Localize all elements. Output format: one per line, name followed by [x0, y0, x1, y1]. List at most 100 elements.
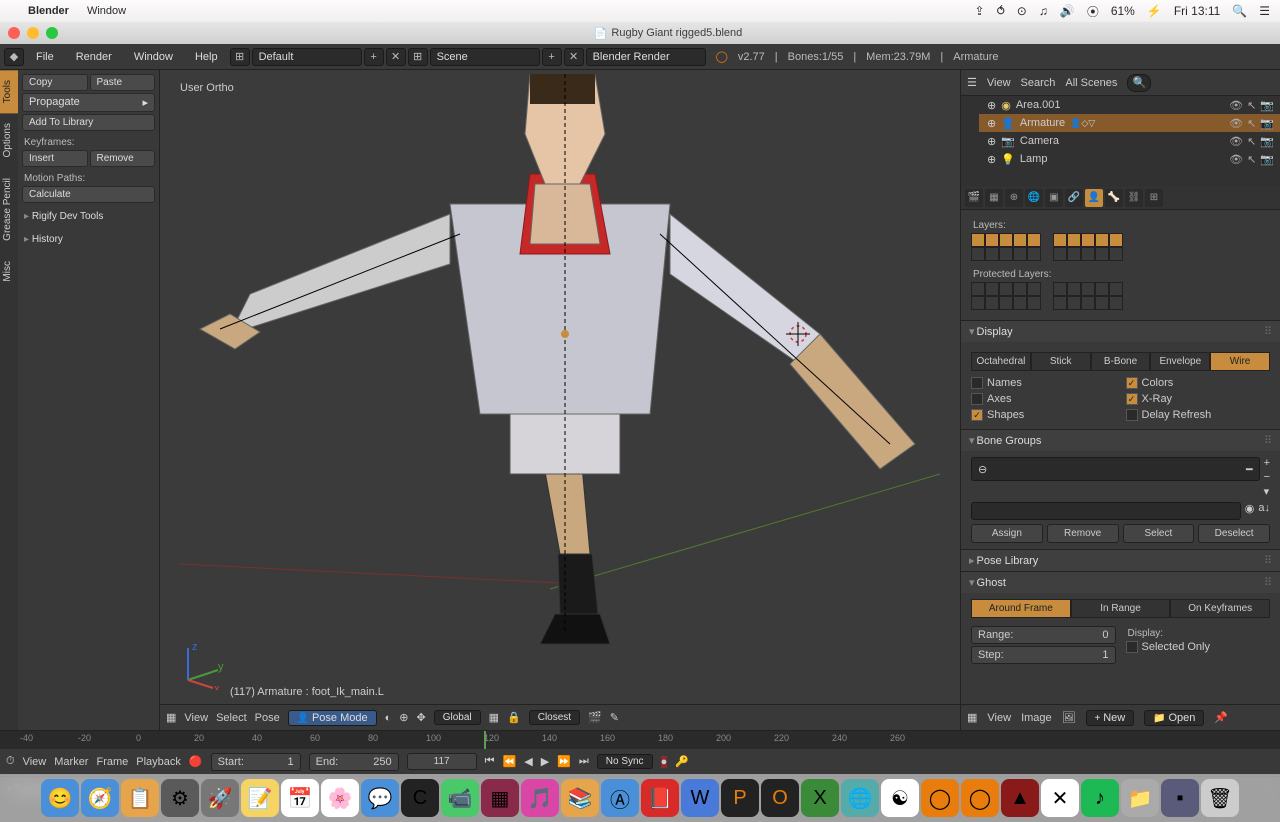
start-frame[interactable]: Start:1 [211, 753, 301, 771]
notifications-icon[interactable]: ☰ [1259, 4, 1270, 18]
app-name[interactable]: Blender [28, 5, 69, 17]
p-icon[interactable]: P [721, 779, 759, 817]
tab-layers[interactable]: ▦ [985, 189, 1003, 207]
notes-icon[interactable]: 📝 [241, 779, 279, 817]
tl-view[interactable]: View [23, 756, 47, 768]
word-icon[interactable]: W [681, 779, 719, 817]
render-icon[interactable]: 🎬 [588, 711, 602, 724]
menu-render[interactable]: Render [66, 51, 122, 63]
scene-browse-icon[interactable]: ⊞ [408, 48, 428, 66]
mode-dropdown[interactable]: 👤 Pose Mode [288, 710, 377, 726]
outliner-type-icon[interactable]: ☰ [967, 76, 977, 89]
current-frame[interactable]: 117 [407, 753, 477, 770]
layout-dropdown[interactable]: Default [252, 48, 362, 66]
assign-button[interactable]: Assign [971, 524, 1043, 543]
blender-icon[interactable]: ◆ [4, 48, 24, 66]
sync-dropdown[interactable]: No Sync [597, 754, 653, 769]
keying-icon[interactable]: 🔑 [675, 755, 689, 768]
insert-keyframe-button[interactable]: Insert [22, 150, 88, 167]
x-icon[interactable]: X [801, 779, 839, 817]
lock-icon[interactable]: 🔒 [507, 711, 521, 724]
snap-dropdown[interactable]: Closest [529, 710, 580, 725]
scene-del[interactable]: ✕ [564, 48, 584, 66]
spotify-icon[interactable]: ♪ [1081, 779, 1119, 817]
menu-help[interactable]: Help [185, 51, 228, 63]
add-bonegroup[interactable]: + [1264, 457, 1270, 469]
uv-view[interactable]: View [987, 712, 1011, 724]
tab-render[interactable]: 🎬 [965, 189, 983, 207]
remove-button[interactable]: Remove [1047, 524, 1119, 543]
yin-icon[interactable]: ☯ [881, 779, 919, 817]
vp-view[interactable]: View [184, 712, 208, 724]
remove-bonegroup[interactable]: − [1264, 471, 1270, 483]
end-frame[interactable]: End:250 [309, 753, 399, 771]
select-button[interactable]: Select [1123, 524, 1195, 543]
chk-colors[interactable]: ✓Colors [1126, 377, 1271, 389]
timeline-ruler[interactable]: -40-200204060801001201401601802002202402… [0, 731, 1280, 749]
propagate-button[interactable]: Propagate▸ [22, 93, 155, 112]
spotlight-icon[interactable]: 🔍 [1232, 4, 1247, 18]
jump-end-icon[interactable]: ⏭ [579, 755, 589, 768]
record-icon[interactable]: ● [661, 756, 668, 768]
chk-names[interactable]: Names [971, 377, 1116, 389]
vp-pose[interactable]: Pose [255, 712, 280, 724]
rigify-section[interactable]: Rigify Dev Tools [22, 205, 155, 228]
uv-image[interactable]: Image [1021, 712, 1052, 724]
jump-start-icon[interactable]: ⏮ [485, 755, 495, 768]
zoom-window[interactable] [46, 27, 58, 39]
bone-groups-header[interactable]: Bone Groups⠿ [961, 430, 1280, 451]
copy-button[interactable]: Copy [22, 74, 88, 91]
tab-world[interactable]: 🌐 [1025, 189, 1043, 207]
chk-shapes[interactable]: ✓Shapes [971, 409, 1116, 421]
tab-physics[interactable]: ⊞ [1145, 189, 1163, 207]
appstore-icon[interactable]: Ⓐ [601, 779, 639, 817]
engine-dropdown[interactable]: Blender Render [586, 48, 706, 66]
browse-image-icon[interactable]: 🖼 [1062, 711, 1076, 724]
x2-icon[interactable]: ✕ [1041, 779, 1079, 817]
chk-axes[interactable]: Axes [971, 393, 1116, 405]
ghost-mode-tabs[interactable]: Around Frame In Range On Keyframes [971, 599, 1270, 618]
outliner[interactable]: ⊕◉Area.001👁↖📷 ⊕👤Armature👤◇▽👁↖📷 ⊕📷Camera👁… [961, 96, 1280, 186]
uv-pin-icon[interactable]: 📌 [1214, 711, 1228, 724]
battery-icon[interactable]: ⚡ [1147, 4, 1162, 18]
finder-icon[interactable]: 😊 [41, 779, 79, 817]
folder-icon[interactable]: 📁 [1121, 779, 1159, 817]
chk-xray[interactable]: ✓X-Ray [1126, 393, 1271, 405]
dropbox-icon[interactable]: ⇪ [975, 4, 985, 18]
outliner-search[interactable]: Search [1021, 77, 1056, 89]
facetime-icon[interactable]: 📹 [441, 779, 479, 817]
scene-add[interactable]: + [542, 48, 562, 66]
grid-icon[interactable]: ▦ [481, 779, 519, 817]
chk-delay[interactable]: Delay Refresh [1126, 409, 1271, 421]
tab-tools[interactable]: Tools [0, 70, 18, 113]
messages-icon[interactable]: 💬 [361, 779, 399, 817]
wifi-icon[interactable]: ⦿ [1087, 3, 1099, 20]
display-panel-header[interactable]: Display⠿ [961, 321, 1280, 342]
close-window[interactable] [8, 27, 20, 39]
bonegroup-sort[interactable]: a↓ [1258, 502, 1270, 520]
gpencil-icon[interactable]: ✎ [610, 711, 619, 724]
terminal-icon[interactable]: ▪ [1161, 779, 1199, 817]
pivot-icon[interactable]: ⊕ [399, 711, 408, 724]
bonegroup-name-field[interactable] [971, 502, 1241, 520]
bonegroup-colorset[interactable]: ◉ [1245, 502, 1255, 520]
ghost-range[interactable]: Range:0 [971, 626, 1116, 644]
autokey-icon[interactable]: 🔴 [189, 755, 203, 768]
add-to-library-button[interactable]: Add To Library [22, 114, 155, 131]
app-icon[interactable]: 📋 [121, 779, 159, 817]
outliner-view[interactable]: View [987, 77, 1011, 89]
pose-library-header[interactable]: Pose Library⠿ [961, 550, 1280, 571]
keyframe-prev-icon[interactable]: ⏪ [503, 755, 517, 768]
protected-layers[interactable] [971, 282, 1270, 310]
tl-frame[interactable]: Frame [96, 756, 128, 768]
itunes-icon[interactable]: 🎵 [521, 779, 559, 817]
tab-grease-pencil[interactable]: Grease Pencil [0, 168, 18, 251]
shading-icon[interactable]: ◐ [385, 712, 392, 724]
tl-marker[interactable]: Marker [54, 756, 88, 768]
layers-icon[interactable]: ▦ [489, 711, 499, 724]
outliner-filter[interactable]: All Scenes [1065, 77, 1117, 89]
chk-selected-only[interactable]: Selected Only [1126, 641, 1271, 653]
timeline-type-icon[interactable]: ⏱ [6, 755, 15, 768]
play-icon[interactable]: ▶ [541, 755, 549, 768]
layout-add[interactable]: + [364, 48, 384, 66]
